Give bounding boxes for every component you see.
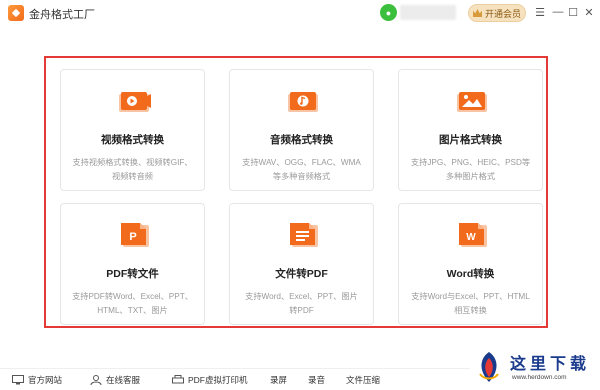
- card-title: 文件转PDF: [275, 268, 328, 280]
- image-icon: [457, 92, 487, 112]
- menu-icon[interactable]: ☰: [533, 4, 547, 20]
- app-title: 金舟格式工厂: [29, 9, 95, 21]
- video-icon: [119, 92, 151, 112]
- monitor-icon: [12, 375, 24, 385]
- pdf-icon: P: [121, 223, 149, 247]
- svg-text:P: P: [129, 231, 136, 243]
- crown-icon: [472, 9, 482, 17]
- app-logo-icon: [8, 5, 24, 21]
- card-image-convert[interactable]: 图片格式转换 支持JPG、PNG、HEIC、PSD等 多种图片格式: [398, 69, 543, 191]
- website-link[interactable]: 官方网站: [12, 374, 62, 386]
- card-description: 支持Word与Excel、PPT、HTML 相互转换: [411, 292, 530, 315]
- card-audio-convert[interactable]: 音频格式转换 支持WAV、OGG、FLAC、WMA 等多种音频格式: [229, 69, 374, 191]
- title-bar: 金舟格式工厂 ● 开通会员 ☰ — ☐ ✕: [0, 0, 600, 26]
- card-title: 视频格式转换: [101, 134, 164, 146]
- maximize-button[interactable]: ☐: [566, 4, 580, 20]
- card-title: PDF转文件: [106, 268, 159, 280]
- card-file-to-pdf[interactable]: 文件转PDF 支持Word、Excel、PPT、图片 转PDF: [229, 203, 374, 325]
- card-description: 支持PDF转Word、Excel、PPT、 HTML、TXT、图片: [72, 292, 193, 315]
- watermark-text: 这里下载: [510, 354, 591, 373]
- close-button[interactable]: ✕: [582, 4, 596, 20]
- screen-record-link[interactable]: 录屏: [270, 374, 287, 386]
- card-description: 支持视频格式转换、视频转GIF、 视频转音频: [72, 158, 193, 181]
- card-pdf-to-file[interactable]: P PDF转文件 支持PDF转Word、Excel、PPT、 HTML、TXT、图…: [60, 203, 205, 325]
- vip-button[interactable]: 开通会员: [468, 4, 526, 22]
- card-video-convert[interactable]: 视频格式转换 支持视频格式转换、视频转GIF、 视频转音频: [60, 69, 205, 191]
- card-word-convert[interactable]: W Word转换 支持Word与Excel、PPT、HTML 相互转换: [398, 203, 543, 325]
- card-title: Word转换: [446, 268, 495, 280]
- svg-text:W: W: [466, 232, 476, 243]
- pdf-printer-link[interactable]: PDF虚拟打印机: [172, 374, 248, 386]
- person-icon: [90, 375, 102, 385]
- vip-button-label: 开通会员: [484, 8, 521, 19]
- user-name[interactable]: [400, 5, 456, 20]
- card-description: 支持Word、Excel、PPT、图片 转PDF: [245, 292, 358, 315]
- customer-service-link[interactable]: 在线客服: [90, 374, 140, 386]
- watermark-logo-icon: [479, 352, 499, 382]
- word-icon: W: [459, 223, 487, 247]
- card-description: 支持WAV、OGG、FLAC、WMA 等多种音频格式: [242, 158, 361, 181]
- card-title: 图片格式转换: [439, 134, 502, 146]
- minimize-button[interactable]: —: [551, 4, 565, 20]
- audio-icon: [288, 92, 318, 112]
- printer-icon: [172, 375, 184, 384]
- card-description: 支持JPG、PNG、HEIC、PSD等 多种图片格式: [410, 158, 531, 181]
- watermark: 这里下载 www.herdown.com: [470, 346, 600, 390]
- watermark-url: www.herdown.com: [512, 374, 567, 381]
- wechat-user-icon[interactable]: ●: [380, 4, 397, 21]
- audio-record-link[interactable]: 录音: [308, 374, 325, 386]
- card-title: 音频格式转换: [270, 134, 333, 146]
- doc-to-pdf-icon: [290, 223, 318, 247]
- file-compress-link[interactable]: 文件压缩: [346, 374, 380, 386]
